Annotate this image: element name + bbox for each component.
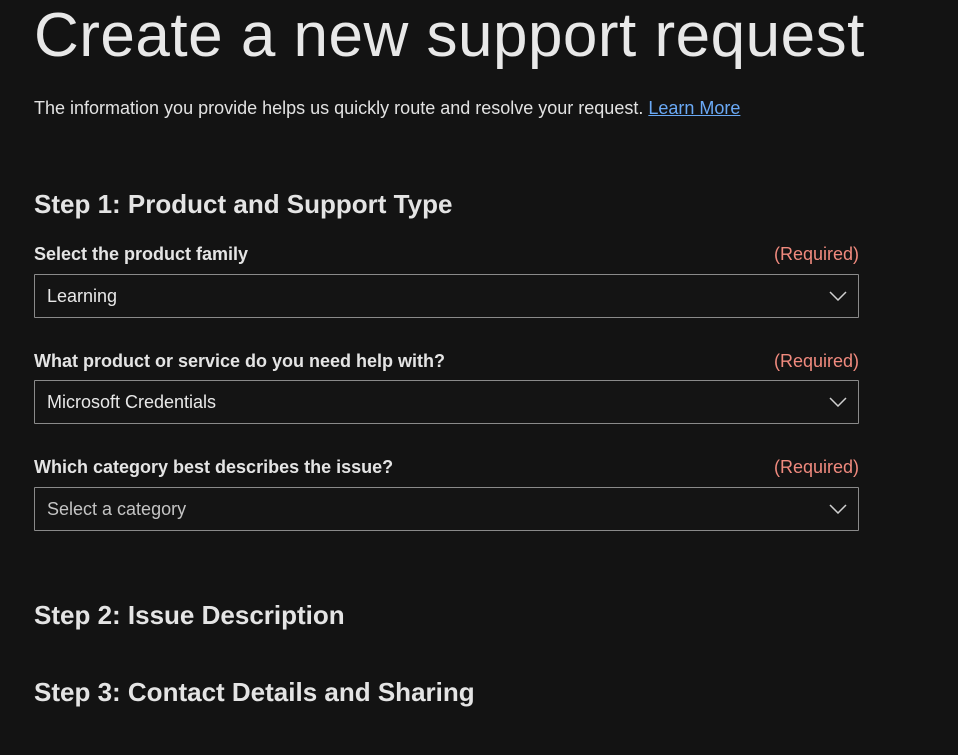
- intro-description: The information you provide helps us qui…: [34, 98, 644, 118]
- product-family-value: Learning: [47, 285, 118, 306]
- category-label: Which category best describes the issue?: [34, 456, 394, 477]
- required-indicator: (Required): [773, 350, 859, 371]
- category-select[interactable]: Select a category: [34, 487, 859, 531]
- step2-heading[interactable]: Step 2: Issue Description: [34, 599, 345, 631]
- product-service-value: Microsoft Credentials: [47, 391, 217, 412]
- chevron-down-icon: [828, 392, 848, 412]
- step3-heading[interactable]: Step 3: Contact Details and Sharing: [34, 676, 475, 708]
- required-indicator: (Required): [773, 243, 859, 264]
- product-family-label: Select the product family: [34, 243, 249, 264]
- intro-text: The information you provide helps us qui…: [34, 96, 740, 120]
- required-indicator: (Required): [773, 456, 859, 477]
- product-family-select[interactable]: Learning: [34, 274, 859, 318]
- product-service-label-row: What product or service do you need help…: [34, 349, 859, 373]
- category-label-row: Which category best describes the issue?…: [34, 455, 859, 479]
- chevron-down-icon: [828, 286, 848, 306]
- chevron-down-icon: [828, 499, 848, 519]
- learn-more-link[interactable]: Learn More: [648, 98, 740, 118]
- product-service-select[interactable]: Microsoft Credentials: [34, 380, 859, 424]
- page-title: Create a new support request: [34, 1, 865, 70]
- category-placeholder: Select a category: [47, 498, 187, 519]
- product-family-label-row: Select the product family (Required): [34, 242, 859, 266]
- product-service-label: What product or service do you need help…: [34, 350, 446, 371]
- step1-heading: Step 1: Product and Support Type: [34, 189, 453, 219]
